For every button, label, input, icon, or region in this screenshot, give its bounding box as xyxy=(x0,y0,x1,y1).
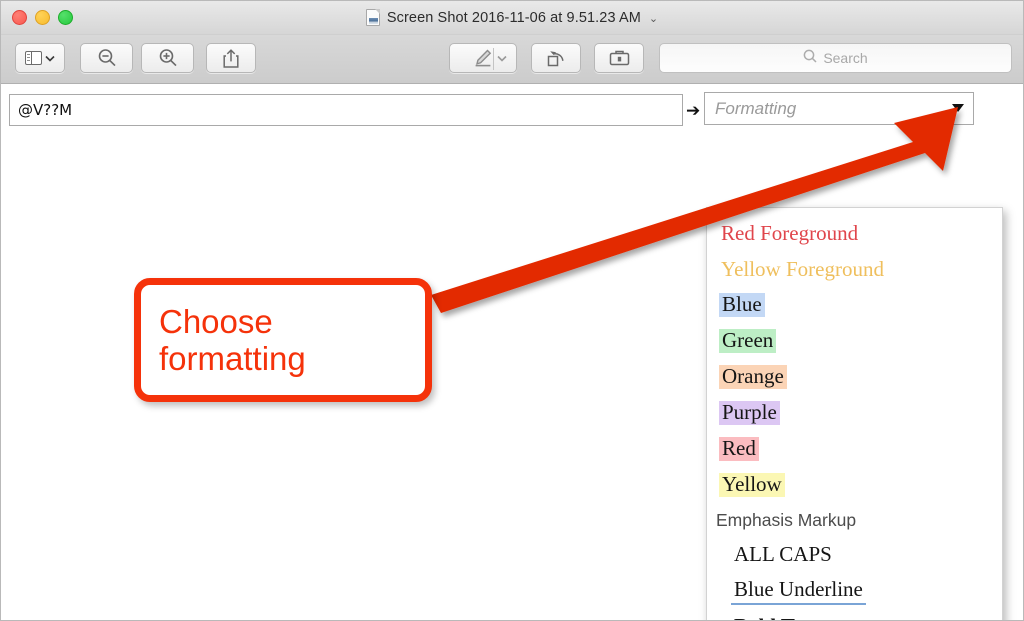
callout-line-2: formatting xyxy=(159,340,306,377)
menu-item-purple[interactable]: Purple xyxy=(707,395,1002,431)
window-titlebar: Screen Shot 2016-11-06 at 9.51.23 AM ⌄ xyxy=(1,1,1023,35)
menu-item-yellow[interactable]: Yellow xyxy=(707,467,1002,503)
minimize-window-button[interactable] xyxy=(35,10,50,25)
preview-window: Screen Shot 2016-11-06 at 9.51.23 AM ⌄ S… xyxy=(0,0,1024,621)
menu-item-label: Yellow Foreground xyxy=(721,256,884,281)
menu-item-label: Blue Underline xyxy=(731,578,866,605)
annotation-callout: Choose formatting xyxy=(134,278,432,402)
sidebar-toggle-button[interactable] xyxy=(15,43,65,73)
menu-section-header-emphasis-markup: Emphasis Markup xyxy=(707,503,1002,537)
search-input[interactable]: Search xyxy=(823,50,867,66)
highlighter-pen-icon xyxy=(473,48,493,68)
menu-item-red[interactable]: Red xyxy=(707,431,1002,467)
close-window-button[interactable] xyxy=(12,10,27,25)
formatting-dropdown-menu[interactable]: Red Foreground Yellow Foreground Blue Gr… xyxy=(706,207,1003,621)
menu-item-label: Green xyxy=(719,329,777,353)
traffic-light-group xyxy=(12,10,73,25)
maximize-window-button[interactable] xyxy=(58,10,73,25)
window-title-group: Screen Shot 2016-11-06 at 9.51.23 AM ⌄ xyxy=(1,1,1023,34)
menu-item-label: Yellow xyxy=(719,473,785,497)
zoom-out-icon xyxy=(97,48,117,68)
menu-item-label: Red xyxy=(719,437,759,461)
zoom-in-button[interactable] xyxy=(141,43,194,73)
chevron-down-icon[interactable] xyxy=(497,55,507,62)
window-toolbar: Search xyxy=(1,35,1023,84)
menu-item-label: Purple xyxy=(719,401,780,425)
menu-item-label: Red Foreground xyxy=(721,220,859,245)
search-text-field[interactable]: @V??M xyxy=(9,94,683,126)
search-icon xyxy=(803,49,817,68)
callout-line-1: Choose xyxy=(159,302,273,340)
markup-toolbox-button[interactable] xyxy=(594,43,644,73)
menu-item-blue-underline[interactable]: Blue Underline xyxy=(707,573,1002,609)
menu-item-green[interactable]: Green xyxy=(707,323,1002,359)
menu-item-label: Orange xyxy=(719,365,787,389)
menu-item-yellow-foreground[interactable]: Yellow Foreground xyxy=(707,251,1002,287)
search-field[interactable]: Search xyxy=(659,43,1012,73)
share-icon xyxy=(223,48,239,68)
zoom-in-icon xyxy=(158,48,178,68)
menu-item-all-caps[interactable]: ALL CAPS xyxy=(707,537,1002,573)
divider xyxy=(493,48,494,70)
formatting-dropdown[interactable]: Formatting xyxy=(704,92,974,125)
formatting-dropdown-value: Formatting xyxy=(715,98,797,118)
right-arrow-icon: ➔ xyxy=(686,101,701,120)
share-button[interactable] xyxy=(206,43,256,73)
rotate-left-icon xyxy=(546,48,567,68)
menu-item-label: ALL CAPS xyxy=(734,542,832,566)
chevron-down-icon[interactable]: ⌄ xyxy=(649,12,658,25)
menu-item-label: Bold Text xyxy=(731,615,823,621)
zoom-out-button[interactable] xyxy=(80,43,133,73)
menu-item-red-foreground[interactable]: Red Foreground xyxy=(707,215,1002,251)
rotate-button[interactable] xyxy=(531,43,581,73)
window-title: Screen Shot 2016-11-06 at 9.51.23 AM xyxy=(386,9,641,26)
menu-item-label: Blue xyxy=(719,293,765,317)
chevron-down-icon[interactable] xyxy=(45,55,55,62)
sidebar-icon xyxy=(25,51,42,65)
triangle-down-icon[interactable] xyxy=(952,104,964,112)
menu-item-blue[interactable]: Blue xyxy=(707,287,1002,323)
toolbox-icon xyxy=(609,49,630,67)
document-icon xyxy=(365,9,380,26)
menu-section-label: Emphasis Markup xyxy=(716,509,857,530)
menu-item-bold-text[interactable]: Bold Text xyxy=(707,609,1002,621)
menu-item-orange[interactable]: Orange xyxy=(707,359,1002,395)
markup-pen-button[interactable] xyxy=(449,43,517,73)
